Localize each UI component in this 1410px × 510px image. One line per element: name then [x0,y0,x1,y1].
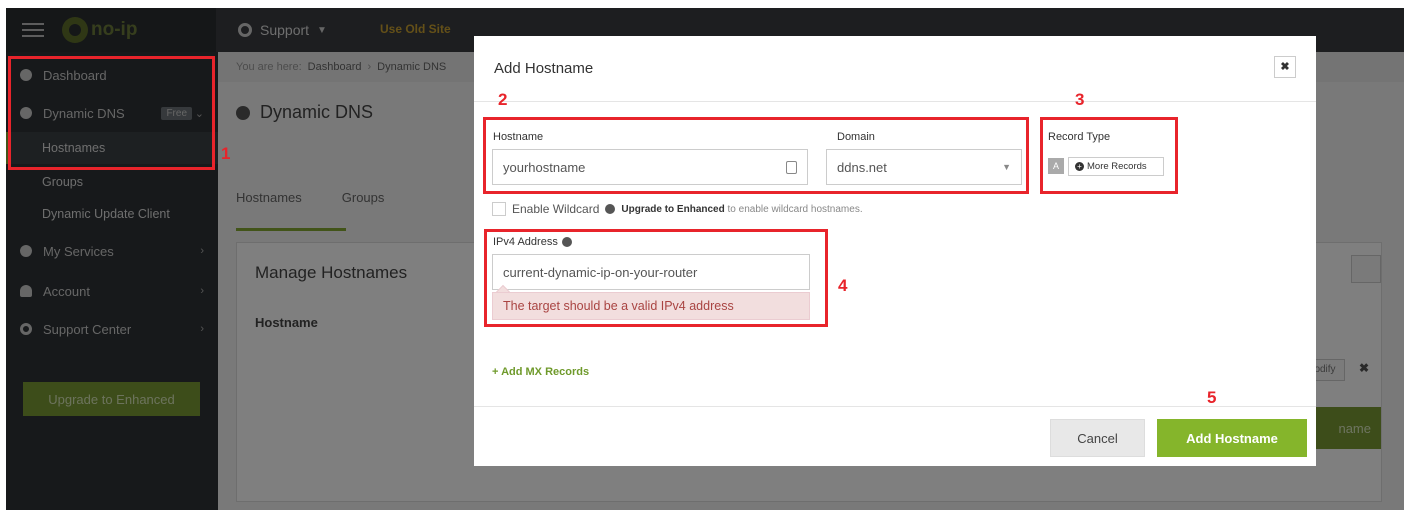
wildcard-upgrade-link[interactable]: Upgrade to Enhanced [621,204,724,215]
enable-wildcard-checkbox[interactable] [492,202,506,216]
callout-box-1 [8,56,215,170]
add-mx-records-link[interactable]: + Add MX Records [492,366,589,378]
callout-number-3: 3 [1075,90,1085,109]
info-icon [605,204,616,214]
callout-box-3 [1040,117,1178,194]
callout-number-2: 2 [498,90,508,109]
close-icon[interactable]: ✖ [1274,56,1296,78]
modal-header: Add Hostname ✖ [474,36,1316,102]
cancel-button[interactable]: Cancel [1050,419,1145,457]
callout-number-5: 5 [1207,388,1217,407]
callout-box-2 [483,117,1029,194]
modal-title: Add Hostname [494,60,594,77]
wildcard-label: Enable Wildcard [512,202,600,216]
wildcard-row: Enable Wildcard Upgrade to Enhanced to e… [492,202,863,216]
callout-box-4 [484,229,828,327]
add-hostname-button[interactable]: Add Hostname [1157,419,1307,457]
wildcard-note-text: to enable wildcard hostnames. [727,203,863,215]
callout-number-4: 4 [838,276,848,295]
callout-number-1: 1 [221,144,231,163]
wildcard-note: Upgrade to Enhanced to enable wildcard h… [621,204,862,215]
